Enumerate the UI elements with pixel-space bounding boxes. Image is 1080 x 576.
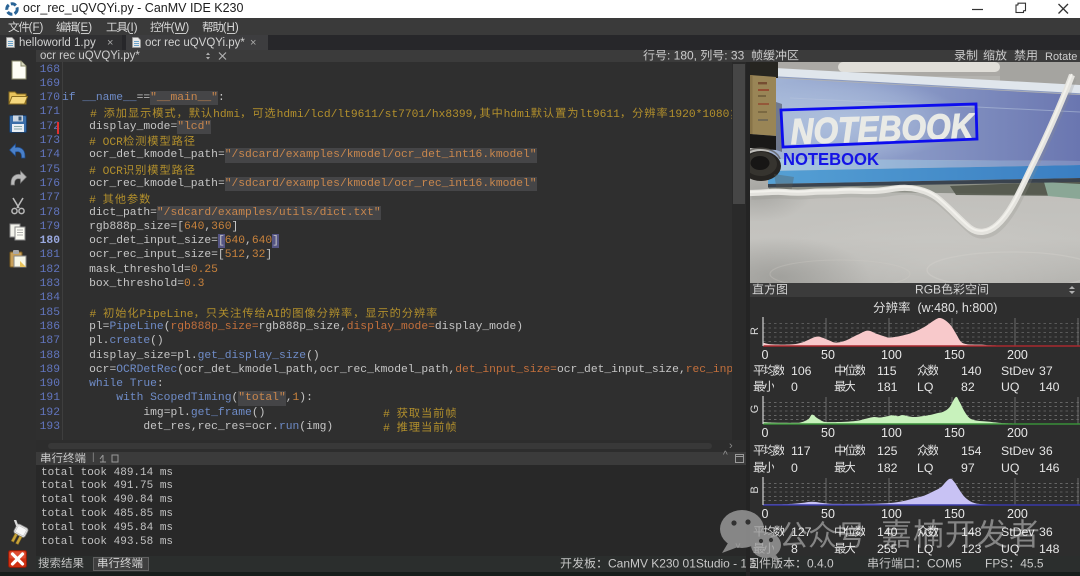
svg-text:hdmi: hdmi — [213, 109, 240, 119]
svg-text:#: # — [89, 194, 103, 204]
svg-text:: 33: : 33 — [724, 49, 744, 62]
svg-text:NOTEBOOK: NOTEBOOK — [783, 150, 880, 169]
svg-text:RGB: RGB — [915, 283, 941, 296]
svg-text:#: # — [90, 309, 104, 319]
svg-text:# OCR: # OCR — [89, 137, 123, 147]
svg-text:lt9611: lt9611 — [579, 109, 620, 119]
svg-text:PipeLine: PipeLine — [140, 309, 194, 319]
svg-text:AI: AI — [267, 309, 281, 319]
svg-text:: 180,: : 180, — [667, 49, 700, 62]
svg-text:#: # — [383, 423, 397, 433]
svg-text:# OCR: # OCR — [89, 166, 123, 176]
svg-text:#: # — [90, 109, 104, 119]
svg-text:hdmi/lcd/lt9611/st7701/hx8399,: hdmi/lcd/lt9611/st7701/hx8399, — [277, 109, 480, 119]
svg-text:#: # — [383, 409, 397, 419]
svg-text:(w:480, h:800): (w:480, h:800) — [911, 301, 998, 315]
svg-text:1920*1080: 1920*1080 — [669, 109, 730, 119]
svg-text:hdmi: hdmi — [504, 109, 531, 119]
